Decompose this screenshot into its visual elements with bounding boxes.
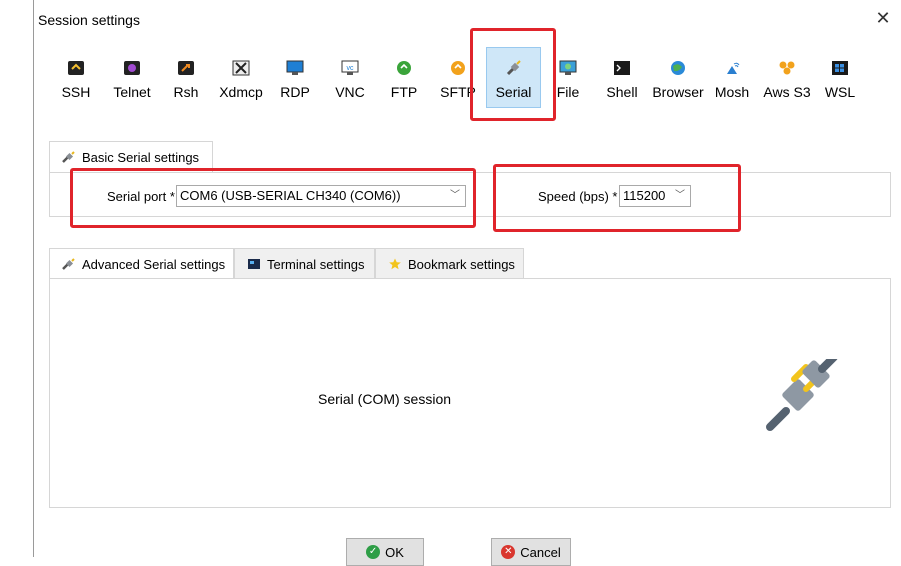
tab-label: Basic Serial settings (82, 149, 200, 165)
ftp-icon (397, 61, 411, 75)
toolbar-label: Mosh (714, 84, 750, 100)
serial-icon (62, 258, 75, 270)
browser-icon (671, 61, 685, 75)
shell-icon (614, 61, 630, 75)
cancel-label: Cancel (520, 544, 561, 560)
window-title: Session settings (38, 12, 140, 28)
ssh-icon (68, 61, 84, 75)
toolbar-label: Rsh (173, 84, 199, 100)
highlight-box-serial-port (70, 168, 476, 228)
serial-icon (62, 151, 75, 163)
highlight-box-speed (493, 164, 741, 232)
toolbar-label: RDP (280, 84, 310, 100)
toolbar-label: SSH (61, 84, 91, 100)
serial-plug-icon (766, 359, 838, 431)
rdp-icon (286, 60, 304, 75)
tab-label: Advanced Serial settings (82, 256, 226, 272)
toolbar-label: Telnet (113, 84, 151, 100)
cancel-button[interactable]: ✕ Cancel (491, 538, 571, 566)
mosh-icon (727, 62, 740, 74)
rsh-icon (178, 61, 194, 75)
tab-terminal-settings[interactable]: Terminal settings (234, 248, 375, 279)
star-icon (389, 258, 401, 270)
toolbar-item-vnc[interactable]: vc VNC (332, 52, 368, 110)
toolbar-item-ssh[interactable]: SSH (55, 52, 97, 110)
toolbar-item-rdp[interactable]: RDP (277, 52, 313, 110)
toolbar-item-xdmcp[interactable]: Xdmcp (216, 52, 266, 110)
tab-label: Bookmark settings (408, 256, 515, 272)
svg-text:vc: vc (347, 65, 355, 72)
toolbar-item-browser[interactable]: Browser (650, 52, 706, 110)
toolbar-item-ftp[interactable]: FTP (387, 52, 421, 110)
tab-bookmark-settings[interactable]: Bookmark settings (375, 248, 524, 279)
toolbar-item-rsh[interactable]: Rsh (168, 52, 204, 110)
telnet-icon (124, 61, 140, 75)
session-description-panel: Serial (COM) session (49, 278, 891, 508)
toolbar-label: VNC (335, 84, 365, 100)
toolbar-label: FTP (390, 84, 418, 100)
session-type-text: Serial (COM) session (318, 391, 452, 407)
toolbar-label: File (556, 84, 580, 100)
toolbar-item-aws-s3[interactable]: Aws S3 (760, 52, 814, 110)
toolbar-item-mosh[interactable]: Mosh (712, 52, 752, 110)
tab-advanced-serial-settings[interactable]: Advanced Serial settings (49, 248, 234, 279)
ok-label: OK (385, 544, 404, 560)
toolbar-item-telnet[interactable]: Telnet (110, 52, 154, 110)
highlight-box-serial (470, 28, 556, 121)
tab-label: Terminal settings (267, 256, 365, 272)
file-icon (559, 60, 577, 75)
toolbar-label: Xdmcp (219, 84, 263, 100)
close-icon[interactable]: ✕ (873, 8, 893, 28)
wsl-icon (832, 61, 848, 75)
xdmcp-icon (232, 60, 250, 76)
ok-button[interactable]: ✓ OK (346, 538, 424, 566)
toolbar-label: Browser (652, 84, 704, 100)
toolbar-item-wsl[interactable]: WSL (821, 52, 859, 110)
toolbar-label: Shell (606, 84, 638, 100)
toolbar-label: WSL (824, 84, 856, 100)
toolbar-label: Aws S3 (763, 84, 811, 100)
toolbar-item-file[interactable]: File (553, 52, 583, 110)
toolbar-item-shell[interactable]: Shell (602, 52, 642, 110)
aws-s3-icon (779, 61, 795, 75)
vnc-icon: vc (341, 60, 359, 75)
terminal-icon (248, 259, 260, 269)
sftp-icon (451, 61, 465, 75)
session-settings-window: Session settings ✕ SSH Telnet Rsh Xdmcp … (33, 0, 901, 566)
